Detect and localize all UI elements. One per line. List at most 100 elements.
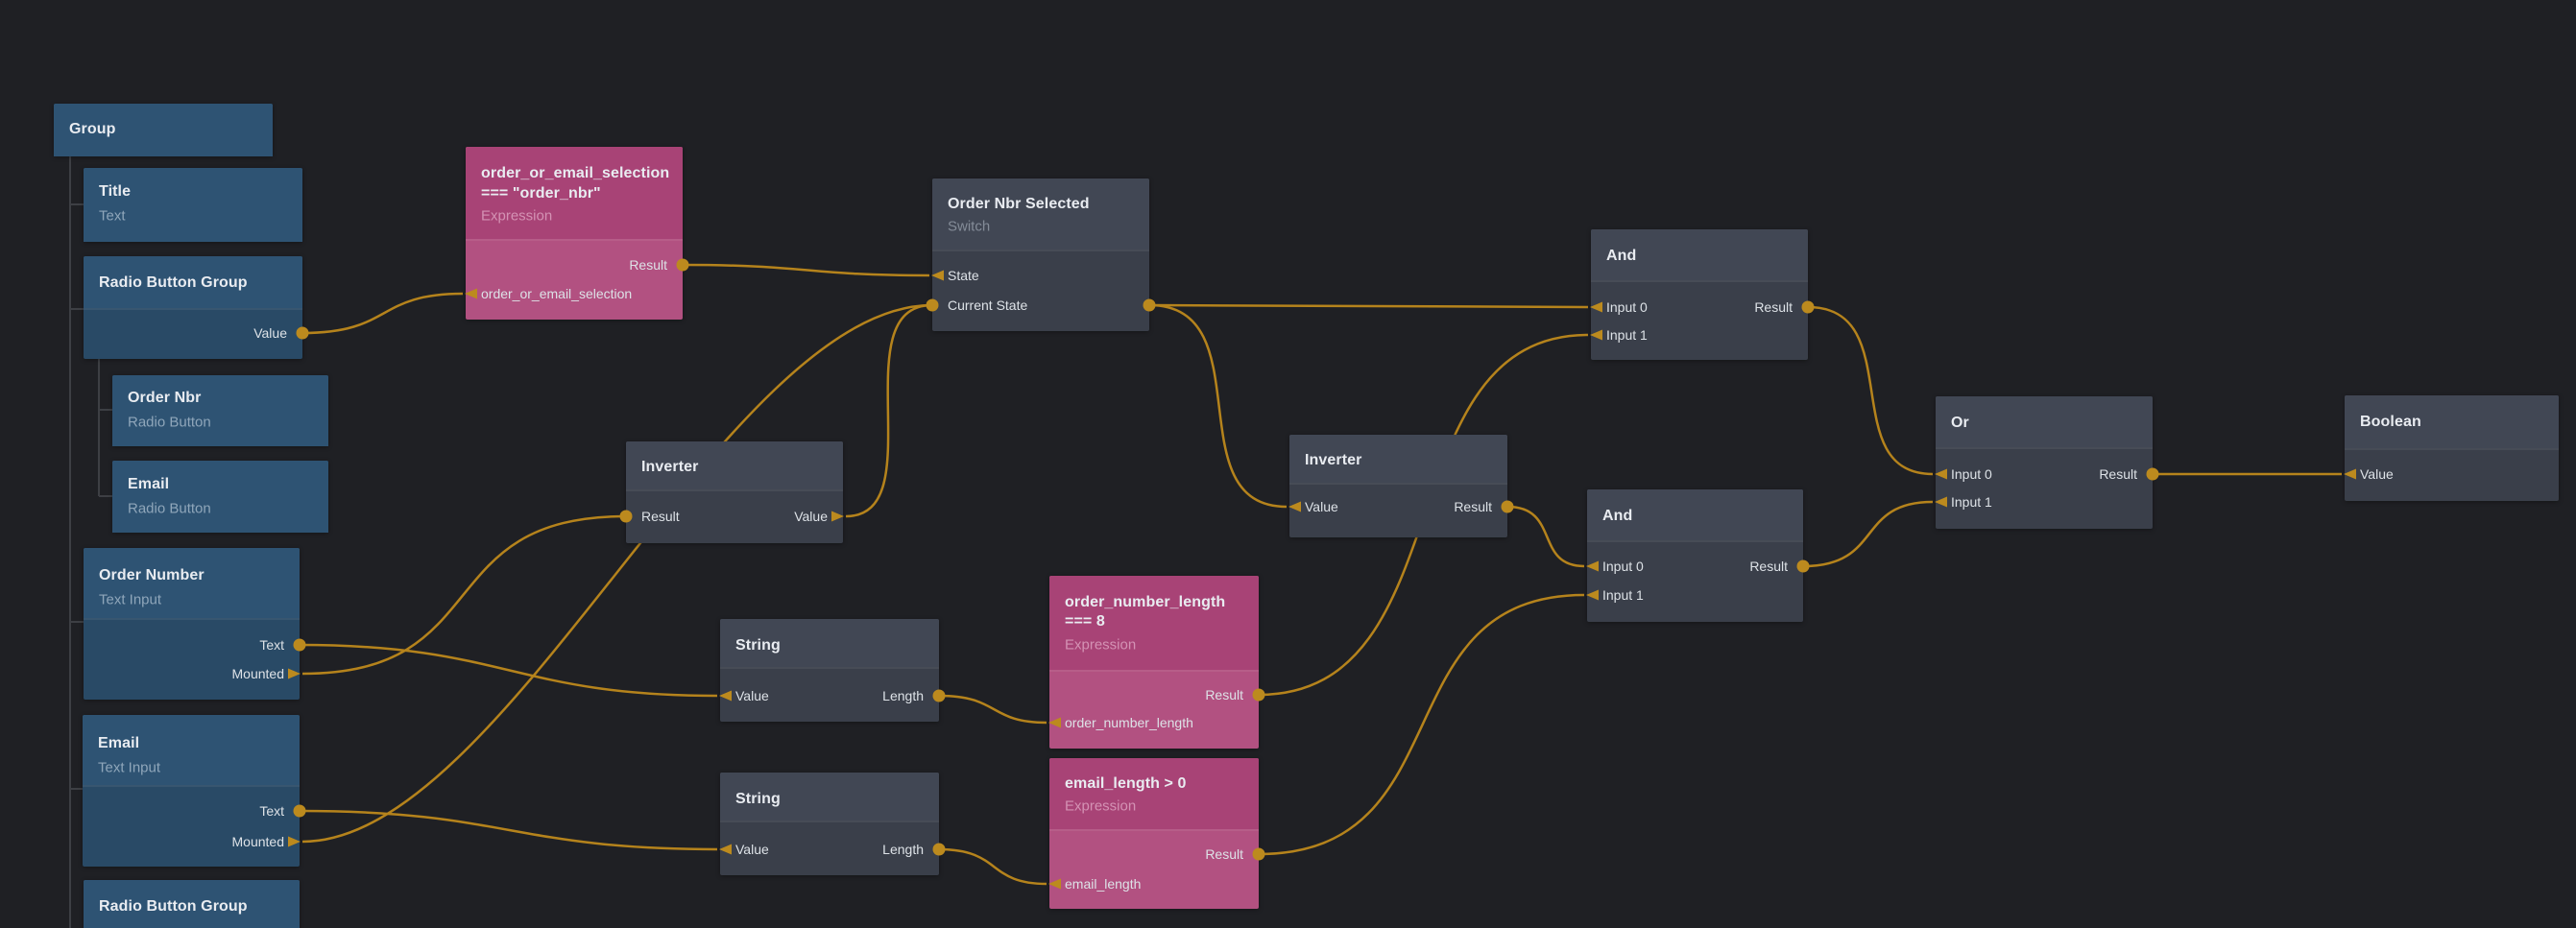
node-string1[interactable]: String Value Length — [720, 619, 939, 722]
node-switch[interactable]: Order Nbr Selected Switch State Current S… — [932, 178, 1149, 331]
nodes-layer: Group Title Text Radio Button Group Valu… — [0, 0, 2576, 928]
port-label-email_ti-text: Text — [259, 803, 284, 819]
port-label-order_number_ti-text: Text — [259, 637, 284, 653]
node-title-line2: === 8 — [1065, 613, 1105, 631]
port-label-email_ti-mounted: Mounted — [232, 834, 284, 849]
node-title: Group — [69, 121, 116, 138]
node-divider — [84, 618, 300, 620]
node-order_number_ti[interactable]: Order Number Text Input Text Mounted — [84, 548, 300, 700]
node-expr1[interactable]: order_or_email_selection === "order_nbr"… — [466, 147, 683, 320]
port-label-expr1-in: order_or_email_selection — [481, 286, 632, 301]
node-subtitle: Expression — [481, 208, 552, 225]
node-rbg2[interactable]: Radio Button Group — [84, 880, 300, 928]
node-divider — [1587, 540, 1803, 542]
node-title: order_or_email_selection — [481, 165, 669, 182]
node-subtitle: Radio Button — [128, 501, 211, 517]
node-title_text[interactable]: Title Text — [84, 168, 302, 242]
node-title: Inverter — [641, 459, 699, 476]
node-title: email_length > 0 — [1065, 775, 1187, 793]
port-label-and2-input1: Input 1 — [1602, 587, 1644, 603]
port-label-string2-length: Length — [882, 842, 924, 857]
node-graph-canvas[interactable]: Group Title Text Radio Button Group Valu… — [0, 0, 2576, 928]
node-divider — [466, 239, 683, 241]
node-subtitle: Text Input — [99, 592, 161, 608]
port-label-and2-input0: Input 0 — [1602, 559, 1644, 574]
port-label-string1-length: Length — [882, 688, 924, 703]
node-divider — [720, 667, 939, 669]
node-group[interactable]: Group — [54, 104, 273, 156]
node-title: order_number_length — [1065, 594, 1225, 611]
node-title: Order Number — [99, 567, 205, 584]
node-subtitle: Radio Button — [128, 415, 211, 431]
node-title: Inverter — [1305, 452, 1362, 469]
node-title-line2: === "order_nbr" — [481, 185, 601, 202]
node-inverter2[interactable]: Inverter Value Result — [1289, 435, 1507, 537]
node-title: And — [1606, 248, 1636, 265]
node-expr3[interactable]: email_length > 0 Expression Result email_… — [1049, 758, 1259, 909]
node-divider — [83, 785, 300, 787]
node-string2[interactable]: String Value Length — [720, 773, 939, 875]
node-title: Radio Button Group — [99, 274, 248, 292]
node-title: Or — [1951, 415, 1969, 432]
node-divider — [1049, 670, 1259, 672]
port-label-inverter1-result: Result — [641, 509, 680, 524]
node-boolean[interactable]: Boolean Value — [2345, 395, 2559, 501]
port-label-string1-value: Value — [735, 688, 769, 703]
node-title: Order Nbr Selected — [948, 196, 1090, 213]
node-title: Boolean — [2360, 414, 2421, 431]
port-label-or-input1: Input 1 — [1951, 494, 1992, 510]
node-header — [932, 178, 1149, 250]
node-divider — [1936, 447, 2153, 449]
node-divider — [1591, 280, 1808, 282]
node-title: Order Nbr — [128, 390, 201, 407]
port-label-expr2-result: Result — [1205, 687, 1243, 702]
node-title: Email — [98, 735, 139, 752]
port-label-and2-result: Result — [1749, 559, 1788, 574]
port-label-expr2-in: order_number_length — [1065, 715, 1193, 730]
port-label-expr3-in: email_length — [1065, 876, 1141, 892]
node-subtitle: Switch — [948, 219, 990, 235]
port-label-inverter2-value: Value — [1305, 499, 1338, 514]
port-label-expr3-result: Result — [1205, 846, 1243, 862]
node-email_rb[interactable]: Email Radio Button — [112, 461, 328, 533]
port-label-expr1-result: Result — [629, 257, 667, 273]
node-divider — [720, 821, 939, 822]
node-email_ti[interactable]: Email Text Input Text Mounted — [83, 715, 300, 867]
node-title: Title — [99, 183, 131, 201]
node-title: String — [735, 791, 781, 808]
node-divider — [1289, 483, 1507, 485]
node-subtitle: Expression — [1065, 798, 1136, 815]
node-divider — [2345, 448, 2559, 450]
node-divider — [932, 250, 1149, 251]
port-label-inverter1-value: Value — [794, 509, 828, 524]
node-subtitle: Expression — [1065, 637, 1136, 654]
port-label-or-result: Result — [2099, 466, 2137, 482]
port-label-string2-value: Value — [735, 842, 769, 857]
node-divider — [84, 308, 302, 310]
node-title: Email — [128, 476, 169, 493]
port-label-and1-input0: Input 0 — [1606, 299, 1648, 315]
node-divider — [626, 489, 843, 491]
node-inverter1[interactable]: Inverter Result Value — [626, 441, 843, 543]
port-label-order_number_ti-mounted: Mounted — [232, 666, 284, 681]
node-rbg1[interactable]: Radio Button Group Value — [84, 256, 302, 359]
node-header — [1049, 758, 1259, 829]
node-order_nbr_rb[interactable]: Order Nbr Radio Button — [112, 375, 328, 446]
node-title: String — [735, 637, 781, 654]
port-label-and1-input1: Input 1 — [1606, 327, 1648, 343]
node-subtitle: Text Input — [98, 760, 160, 776]
node-title: Radio Button Group — [99, 898, 248, 916]
port-label-rbg1-value: Value — [253, 325, 287, 341]
node-or[interactable]: Or Input 0 Input 1 Result — [1936, 396, 2153, 529]
node-header — [112, 461, 328, 533]
node-expr2[interactable]: order_number_length === 8 Expression Res… — [1049, 576, 1259, 749]
node-and1[interactable]: And Input 0Input 1Result — [1591, 229, 1808, 360]
node-divider — [1049, 829, 1259, 831]
port-label-or-input0: Input 0 — [1951, 466, 1992, 482]
node-header — [112, 375, 328, 446]
port-label-switch-cs_l: Current State — [948, 297, 1027, 313]
node-header — [84, 168, 302, 242]
port-label-switch-state: State — [948, 268, 979, 283]
port-label-inverter2-result: Result — [1454, 499, 1492, 514]
node-and2[interactable]: And Input 0Input 1Result — [1587, 489, 1803, 622]
